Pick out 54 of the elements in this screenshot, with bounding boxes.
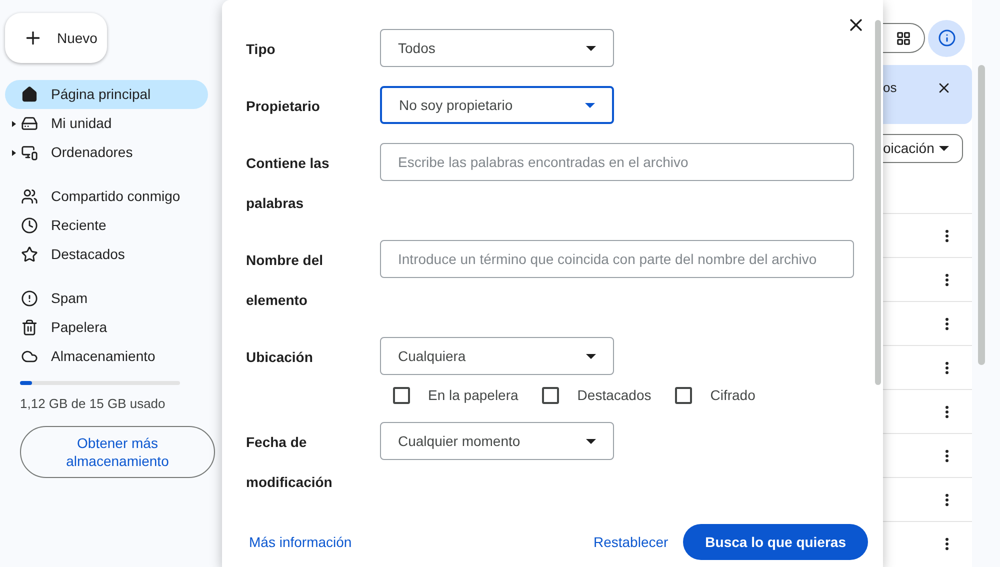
text-field[interactable]: Introduce un término que coincida con parte del nombre del archivo	[380, 240, 854, 278]
reset-button[interactable]: Restablecer	[593, 532, 668, 552]
nav-item[interactable]: Reciente	[5, 211, 208, 240]
grid-icon	[896, 30, 911, 46]
search-button[interactable]: Busca lo que quieras	[683, 524, 868, 560]
banner-text: os	[883, 79, 897, 97]
trash-icon	[21, 319, 38, 336]
nav-item[interactable]: Mi unidad	[5, 109, 208, 138]
alert-icon	[21, 290, 38, 307]
info-icon	[938, 29, 956, 47]
clock-icon	[21, 217, 38, 234]
nav-item[interactable]: Papelera	[5, 313, 208, 342]
dropdown[interactable]: Cualquier momento	[380, 422, 614, 460]
nav-item[interactable]: Compartido conmigo	[5, 182, 208, 211]
nav-item[interactable]: Ordenadores	[5, 138, 208, 167]
checkbox[interactable]	[675, 386, 692, 404]
field-label: Fecha de modificación	[246, 433, 334, 492]
caret-icon	[585, 102, 595, 108]
new-button[interactable]: Nuevo	[5, 13, 107, 63]
checkbox-label: Destacados	[577, 386, 652, 404]
caret-icon	[939, 146, 949, 151]
caret-icon	[586, 438, 596, 444]
get-storage-button[interactable]: Obtener más almacenamiento	[20, 426, 215, 478]
field-label: Propietario	[246, 97, 321, 116]
grid-view-button[interactable]	[883, 23, 925, 53]
field-label: Nombre del elemento	[246, 251, 324, 310]
nav-item[interactable]: Almacenamiento	[5, 342, 208, 371]
field-label: Contiene las palabras	[246, 154, 330, 213]
checkbox-label: En la papelera	[428, 386, 518, 405]
people-icon	[21, 188, 38, 205]
cloud-icon	[21, 348, 38, 365]
checkbox[interactable]	[542, 386, 560, 404]
nav-item[interactable]: Destacados	[5, 240, 208, 269]
storage-usage: 1,12 GB de 15 GB usado	[20, 395, 166, 413]
field-label: Tipo	[246, 40, 276, 59]
checkbox[interactable]	[393, 386, 410, 404]
expand-arrow-icon[interactable]	[12, 120, 16, 126]
filter-chip[interactable]: oicación	[883, 134, 963, 163]
dropdown[interactable]: Cualquiera	[380, 337, 614, 375]
dropdown[interactable]: No soy propietario	[380, 86, 614, 124]
drive-icon	[21, 115, 38, 132]
text-field[interactable]: Escribe las palabras encontradas en el archivo	[380, 143, 854, 181]
more-info-link[interactable]: Más información	[249, 532, 352, 552]
nav-item[interactable]: Página principal	[5, 80, 208, 109]
star-icon	[21, 246, 38, 263]
devices-icon	[21, 144, 38, 161]
caret-icon	[586, 46, 596, 50]
dropdown[interactable]: Todos	[380, 29, 614, 67]
nav-item[interactable]: Spam	[5, 284, 208, 313]
caret-icon	[586, 354, 596, 358]
home-icon	[21, 86, 38, 103]
checkbox-label: Cifrado	[710, 386, 756, 404]
field-label: Ubicación	[246, 348, 314, 367]
expand-arrow-icon[interactable]	[12, 150, 16, 156]
